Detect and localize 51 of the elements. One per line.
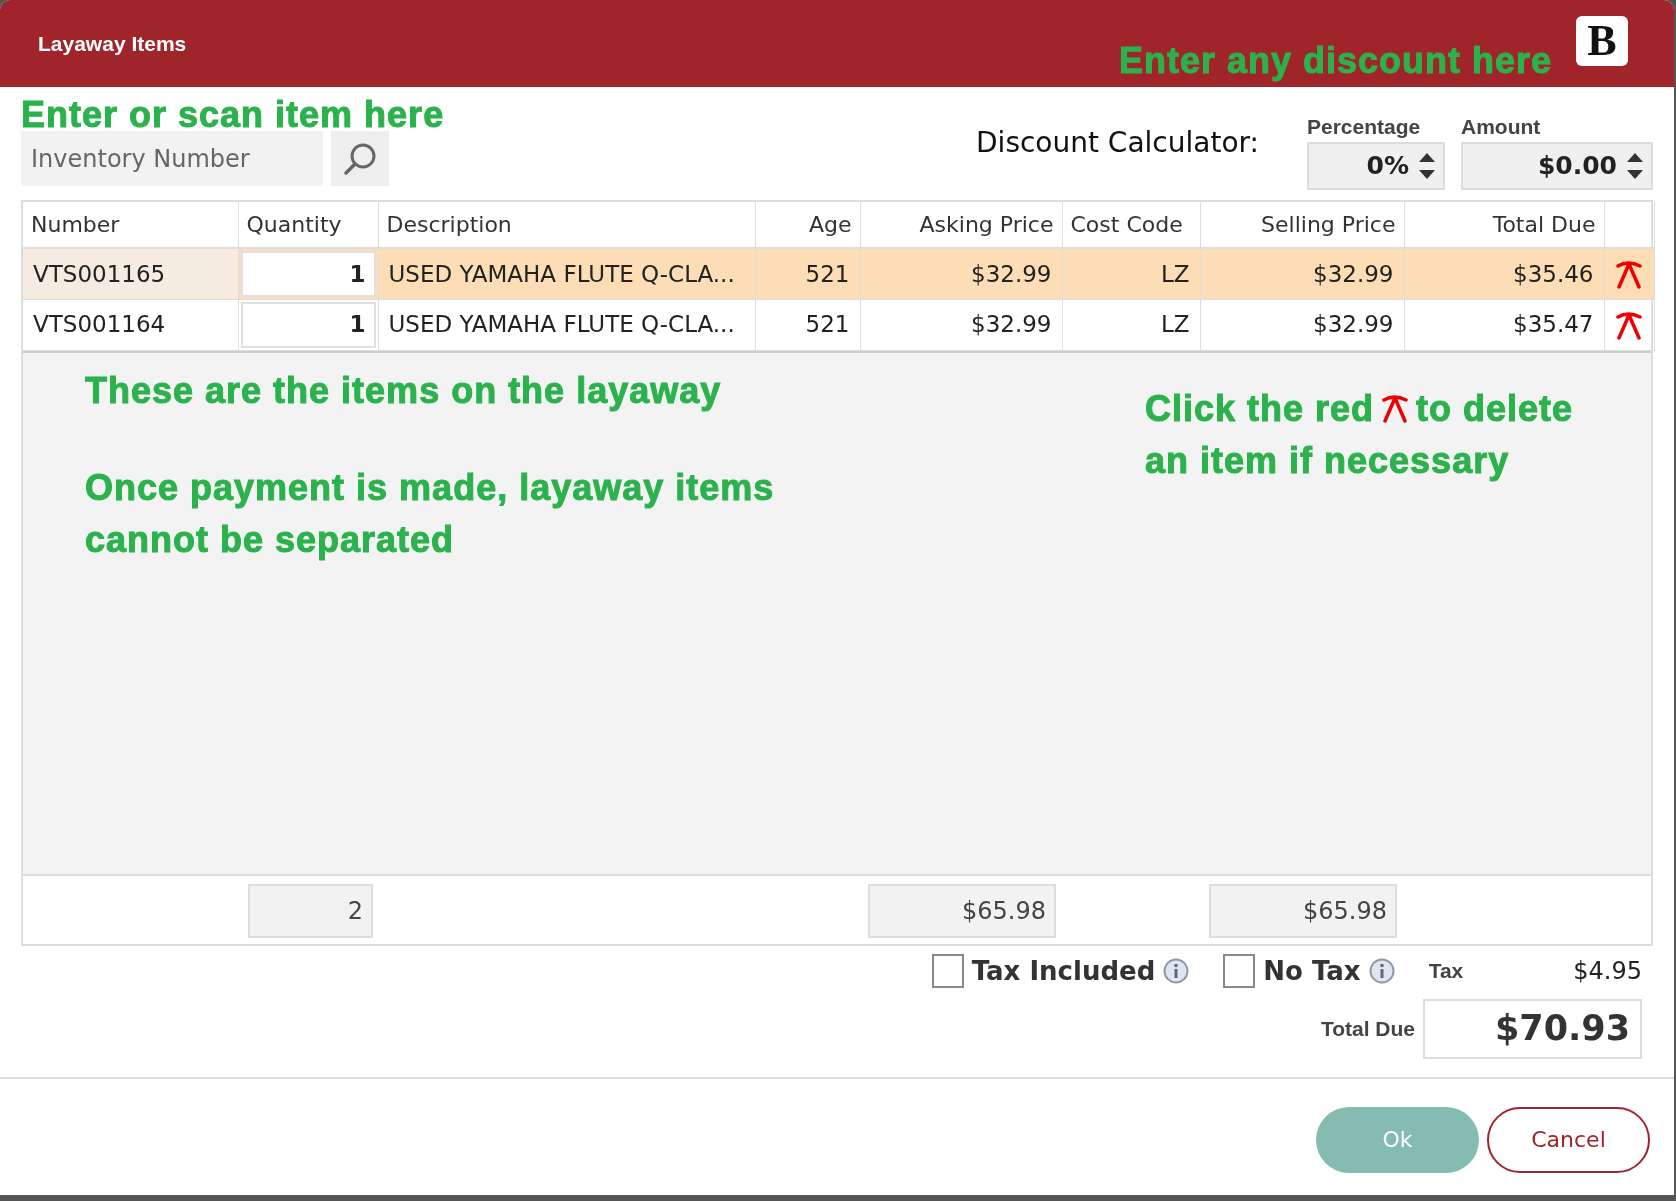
- discount-label: Discount Calculator:: [976, 125, 1259, 161]
- table-cell: $32.99: [1200, 299, 1404, 350]
- tax-value: $4.95: [1573, 956, 1642, 987]
- quantity-field[interactable]: 1: [240, 301, 376, 348]
- field-label: Percentage: [1307, 113, 1422, 140]
- table-cell: VTS001165: [23, 248, 238, 299]
- logo: B: [1576, 15, 1628, 66]
- table-cell: $35.46: [1404, 248, 1604, 299]
- tax-label: Tax: [1428, 958, 1464, 985]
- amount-spinner[interactable]: $0.00: [1461, 142, 1653, 190]
- total-field: $65.98: [1209, 883, 1397, 938]
- percentage-spinner[interactable]: 0%: [1307, 142, 1445, 190]
- option-label: Tax Included: [971, 954, 1156, 988]
- option-label: No Tax: [1263, 954, 1361, 988]
- total-field: $65.98: [868, 883, 1056, 938]
- table-cell: VTS001164: [23, 299, 238, 350]
- field-label: Amount: [1461, 113, 1542, 140]
- annotation-text: to delete: [1416, 386, 1574, 431]
- checkbox[interactable]: [1223, 954, 1256, 988]
- table-cell: $32.99: [860, 248, 1062, 299]
- delete-icon[interactable]: [1616, 261, 1642, 289]
- checkbox[interactable]: [931, 954, 964, 988]
- window-title: Layaway Items: [38, 30, 187, 57]
- total-due-value: $70.93: [1423, 998, 1642, 1059]
- table-cell: LZ: [1062, 299, 1200, 350]
- table-cell: USED YAMAHA FLUTE Q-CLA...: [378, 248, 755, 299]
- x-mark-icon: [1382, 394, 1409, 423]
- search-icon: [343, 141, 377, 176]
- table-cell: $35.47: [1404, 299, 1604, 350]
- table-cell: $32.99: [1200, 248, 1404, 299]
- table-cell: 521: [755, 248, 860, 299]
- total-due-label: Total Due: [1320, 1015, 1415, 1042]
- table-row[interactable]: VTS001164 1 USED YAMAHA FLUTE Q-CLA... 521 $32.99 LZ $32.99 $35.47: [23, 299, 1654, 350]
- search-field[interactable]: Inventory Number: [21, 131, 323, 186]
- info-icon[interactable]: [1163, 958, 1190, 984]
- table-cell: 521: [755, 299, 860, 350]
- annotation-text: These are the items on the layaway: [85, 368, 723, 413]
- table-cell: LZ: [1062, 248, 1200, 299]
- delete-icon[interactable]: [1616, 311, 1642, 340]
- table-cell: USED YAMAHA FLUTE Q-CLA...: [378, 299, 755, 350]
- annotation-text: Once payment is made, layaway items cannot be separated: [85, 465, 776, 562]
- annotation-text: an item if necessary: [1145, 438, 1511, 483]
- total-field: 2: [248, 883, 373, 938]
- annotation-text: Click the red: [1145, 386, 1375, 431]
- table-row[interactable]: VTS001165 1 USED YAMAHA FLUTE Q-CLA... 521 $32.99 LZ $32.99 $35.46: [23, 248, 1654, 299]
- search-button[interactable]: [331, 131, 389, 186]
- annotation-text: Enter any discount here: [1118, 39, 1552, 82]
- cancel-button[interactable]: Cancel: [1487, 1106, 1650, 1173]
- quantity-field[interactable]: 1: [240, 250, 376, 297]
- table-cell: $32.99: [860, 299, 1062, 350]
- info-icon[interactable]: [1368, 958, 1395, 984]
